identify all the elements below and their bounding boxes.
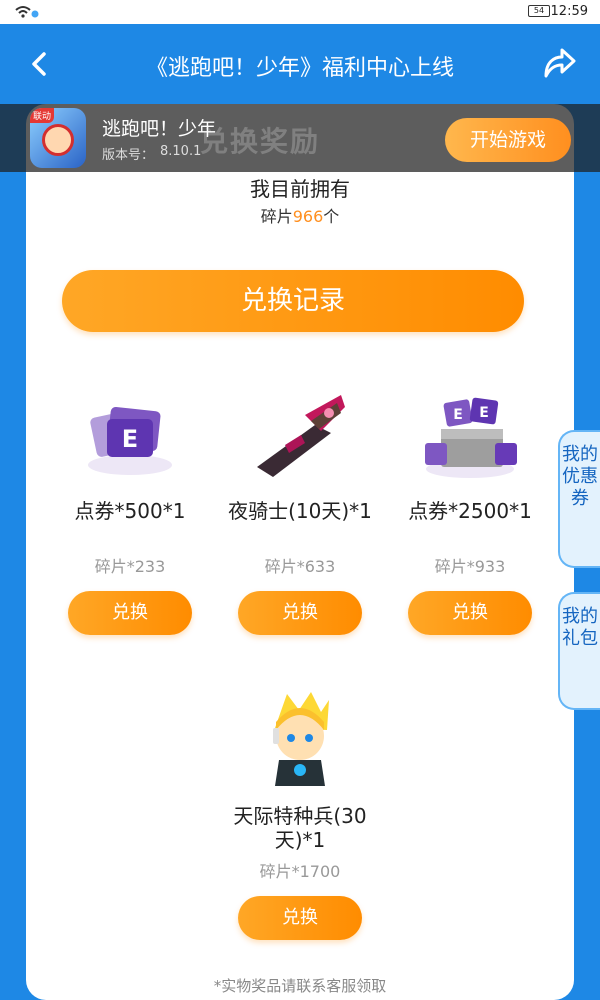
exchange-button[interactable]: 兑换	[408, 591, 532, 635]
fragment-count: 966	[292, 207, 324, 226]
version-label: 版本号：	[102, 148, 155, 163]
reward-name: 点券*500*1	[74, 499, 186, 523]
reward-cost: 碎片*233	[94, 557, 166, 576]
my-coupons-tab[interactable]: 我的优惠券	[558, 430, 600, 568]
game-app-icon: 联动	[30, 108, 86, 168]
reward-cost: 碎片*633	[264, 557, 336, 576]
footnote: *实物奖品请联系客服领取	[213, 977, 387, 995]
section-title-exchange-rewards: 兑换奖励	[200, 125, 321, 158]
exchange-button[interactable]: 兑换	[68, 591, 192, 635]
svg-text:E: E	[122, 425, 138, 453]
owned-label: 我目前拥有	[250, 177, 350, 201]
reward-item: 夜骑士(10天)*1 碎片*633 兑换	[215, 385, 385, 635]
reward-name: 夜骑士(10天)*1	[228, 499, 372, 523]
wifi-icon	[15, 6, 39, 18]
coupon-ticket-icon: E	[88, 406, 172, 475]
fragment-suffix: 个	[323, 207, 340, 226]
collab-tag: 联动	[30, 108, 55, 123]
svg-text:E: E	[479, 405, 489, 421]
owned-count: 碎片966个	[0, 203, 600, 227]
back-arrow-icon[interactable]	[22, 46, 58, 82]
reward-item: 天际特种兵(30天)*1 碎片*1700 兑换	[215, 690, 385, 940]
character-face-icon	[42, 124, 74, 156]
share-icon[interactable]	[540, 44, 578, 82]
fragment-prefix: 碎片	[260, 207, 293, 226]
start-game-button[interactable]: 开始游戏	[445, 118, 571, 162]
clock: 12:59	[550, 4, 588, 19]
page-title: 《逃跑吧！少年》福利中心上线	[145, 56, 454, 81]
reward-name: 点券*2500*1	[408, 499, 532, 523]
status-bar: 54 12:59	[0, 0, 600, 24]
coupon-box-icon: E E	[425, 397, 517, 478]
reward-cost: 碎片*1700	[259, 862, 341, 881]
exchange-record-button[interactable]: 兑换记录	[62, 270, 524, 332]
version-value: 8.10.1	[160, 144, 202, 159]
sky-soldier-character-icon	[273, 692, 329, 786]
reward-item: E E 点券*2500*1 碎片*933 兑换	[385, 385, 555, 635]
reward-cost: 碎片*933	[434, 557, 506, 576]
exchange-button[interactable]: 兑换	[238, 591, 362, 635]
reward-name: 天际特种兵(30天)*1	[233, 804, 367, 852]
title-bar: 《逃跑吧！少年》福利中心上线	[0, 24, 600, 104]
my-gifts-tab[interactable]: 我的礼包	[558, 592, 600, 710]
game-banner: 联动 逃跑吧！少年 版本号： 8.10.1 兑换奖励 开始游戏	[0, 104, 600, 172]
night-knight-weapon-icon	[257, 395, 345, 477]
svg-text:E: E	[453, 407, 463, 423]
exchange-button[interactable]: 兑换	[238, 896, 362, 940]
game-name: 逃跑吧！少年	[102, 118, 217, 140]
battery-icon: 54	[528, 5, 550, 17]
reward-item: E 点券*500*1 碎片*233 兑换	[45, 385, 215, 635]
